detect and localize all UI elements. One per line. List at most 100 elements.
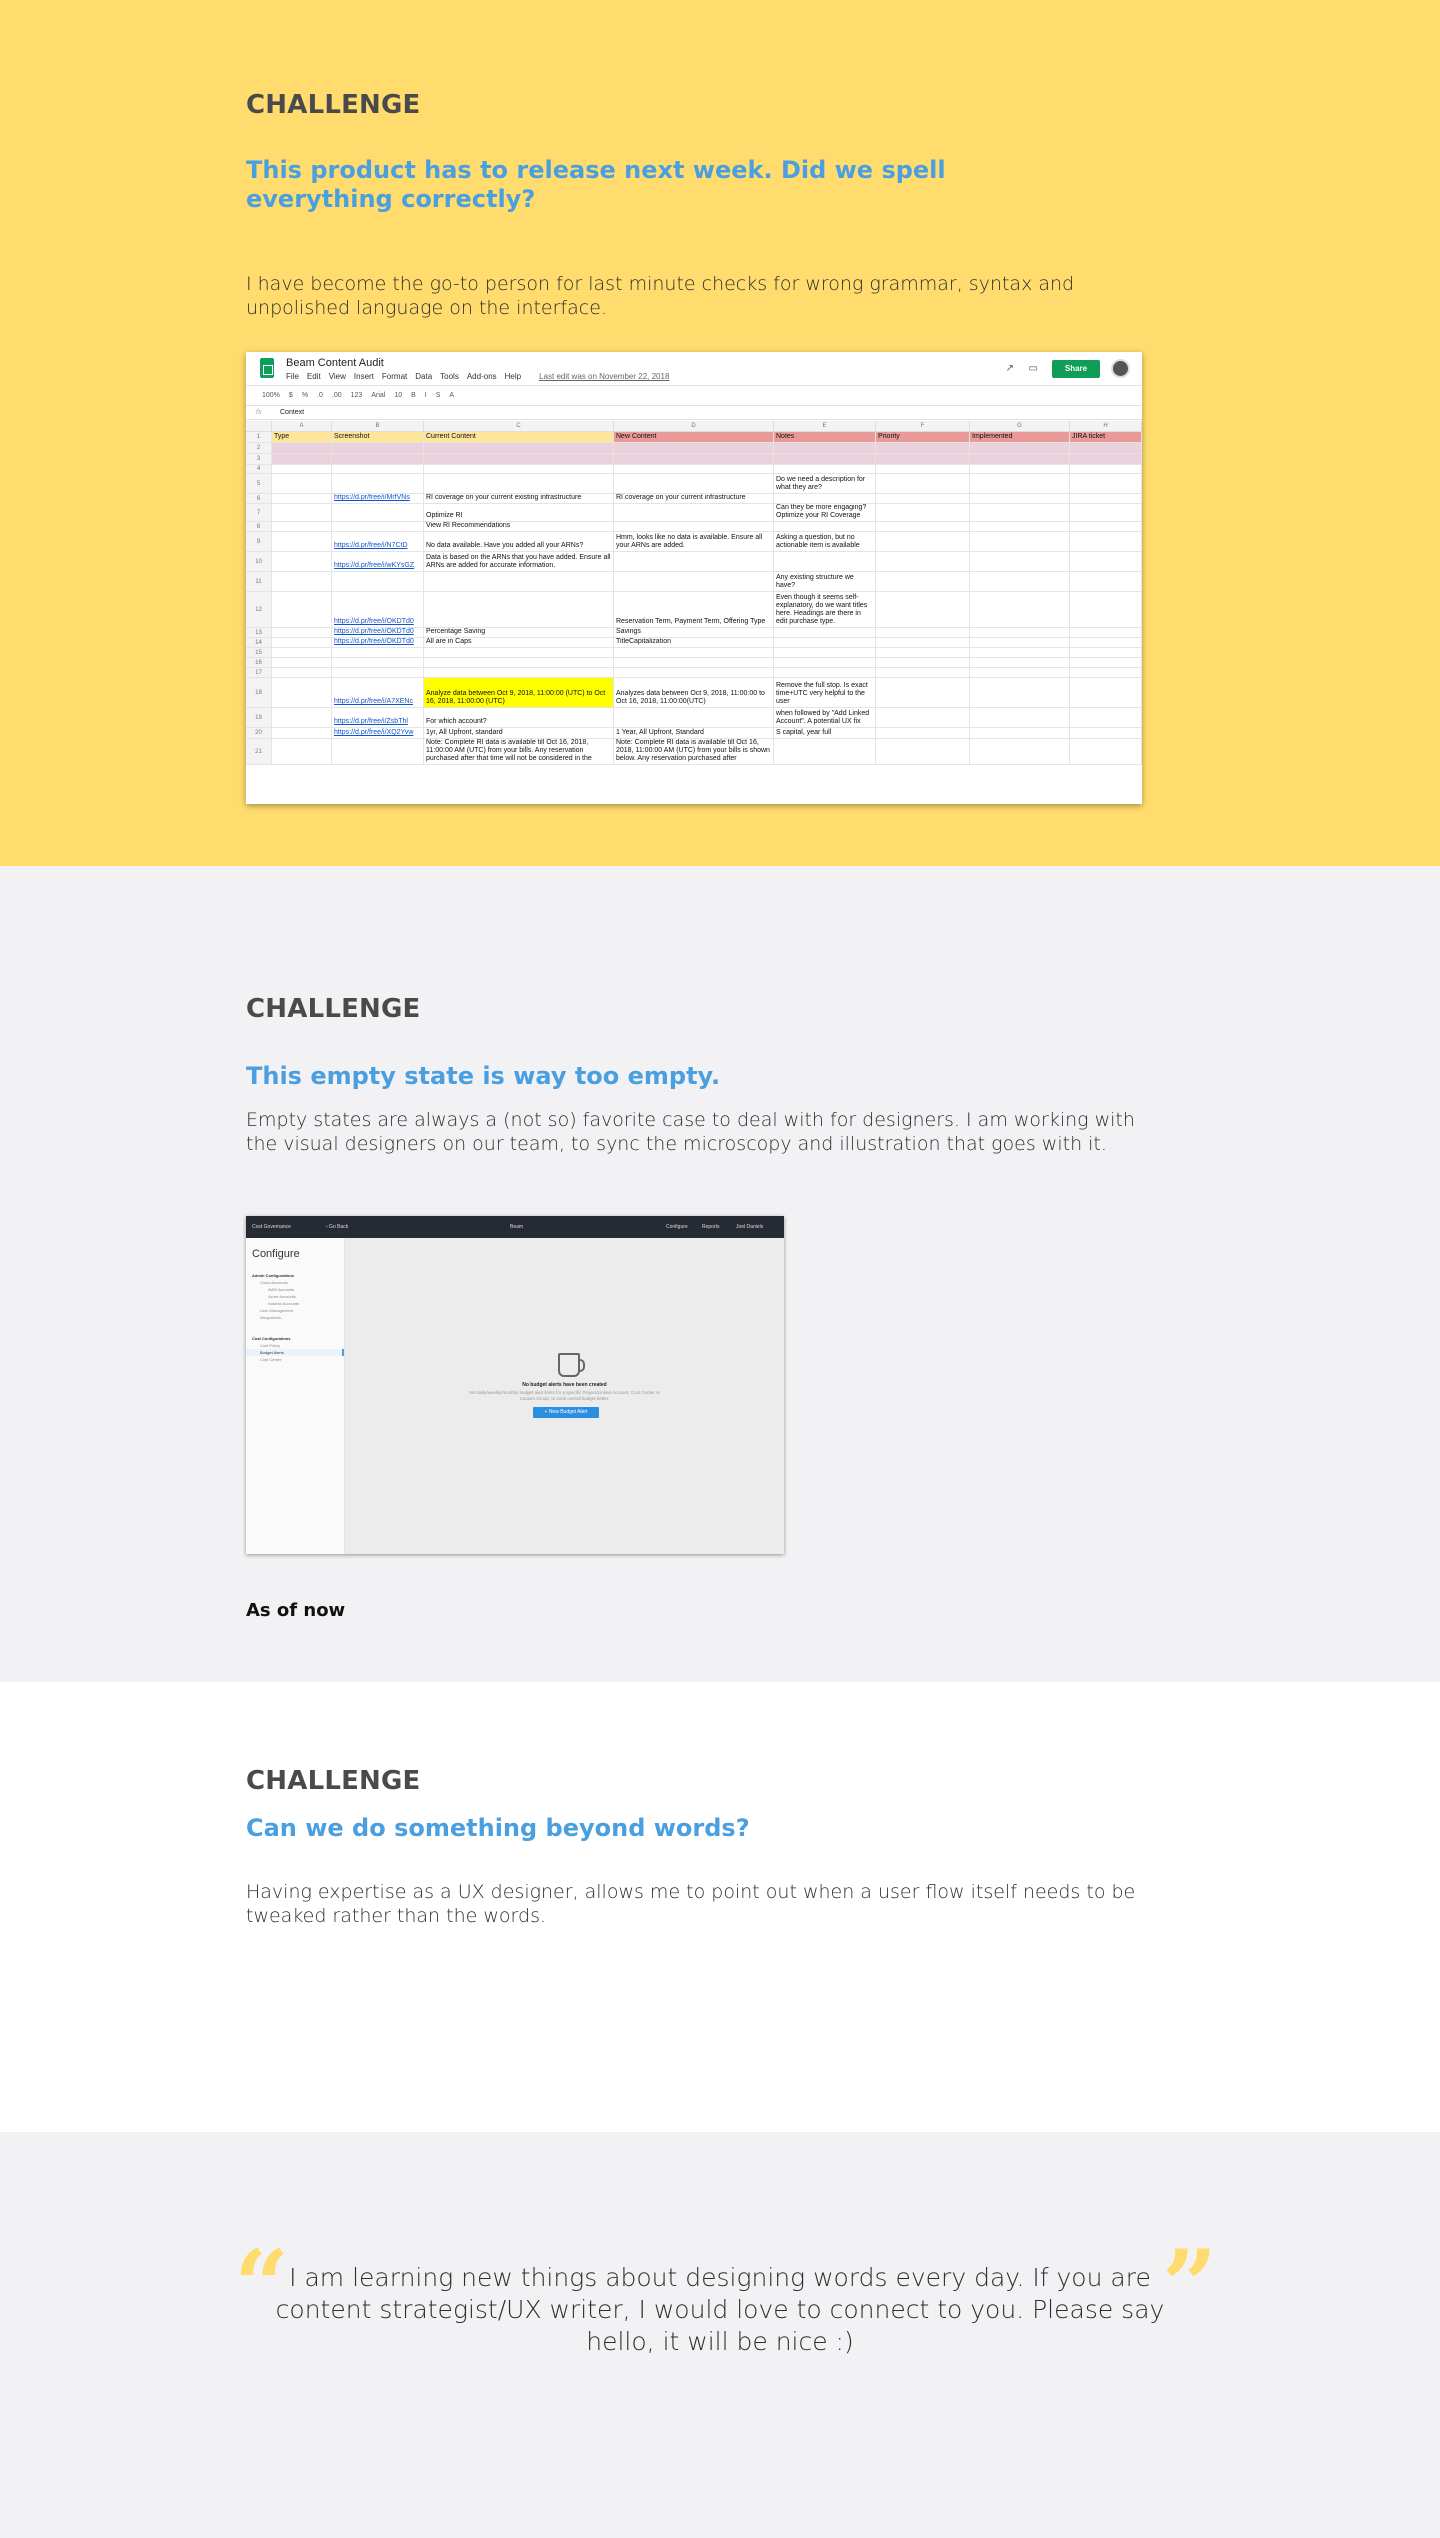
table-row: 21 Note: Complete RI data is available ti… <box>246 739 1142 765</box>
table-cell <box>774 668 876 677</box>
table-cell: Note: Complete RI data is available till… <box>614 739 774 764</box>
sheet-menu-item: View <box>328 372 346 381</box>
table-cell <box>970 522 1070 531</box>
table-cell: RI coverage on your current infrastructu… <box>614 494 774 503</box>
table-cell: TitleCapitalization <box>614 638 774 647</box>
app-sidebar: Configure Admin Configurations Cloud Acco… <box>246 1238 345 1554</box>
column-letter: G <box>970 421 1070 431</box>
sidebar-item: Cloud Accounts <box>260 1280 288 1285</box>
table-row: 5 Do we need a description for what they … <box>246 474 1142 494</box>
table-row: 6 https://d.pr/free/i/MrfVNs RI coverage o… <box>246 494 1142 504</box>
row-number: 11 <box>246 572 272 591</box>
header-cell: Type <box>272 432 332 442</box>
toolbar-item: 10 <box>394 392 403 399</box>
table-cell <box>774 739 876 764</box>
table-cell <box>272 454 332 464</box>
table-cell: https://d.pr/free/i/OKDTd0 <box>332 592 424 627</box>
table-row: 8 View RI Recommendations <box>246 522 1142 532</box>
table-cell <box>1070 532 1142 551</box>
table-cell <box>970 728 1070 738</box>
table-row: 17 <box>246 668 1142 678</box>
table-cell <box>876 572 970 591</box>
formula-bar: fx Context <box>246 406 1142 420</box>
table-cell: RI coverage on your current existing inf… <box>424 494 614 503</box>
share-button: Share <box>1052 360 1100 378</box>
table-cell <box>614 658 774 667</box>
table-cell <box>272 494 332 503</box>
sidebar-title: Configure <box>252 1248 300 1260</box>
row-number: 16 <box>246 658 272 667</box>
table-cell <box>970 658 1070 667</box>
table-cell <box>876 678 970 707</box>
row-number: 17 <box>246 668 272 677</box>
table-cell: Can they be more engaging? Optimize your… <box>774 504 876 521</box>
table-cell <box>1070 494 1142 503</box>
table-cell <box>614 443 774 453</box>
table-cell: S capital, year full <box>774 728 876 738</box>
spreadsheet-screenshot: Beam Content Audit File Edit View Insert For… <box>246 352 1142 804</box>
table-cell: Analyze data between Oct 9, 2018, 11:00:… <box>424 678 614 707</box>
table-cell <box>424 443 614 453</box>
table-cell <box>272 532 332 551</box>
sheet-menu-item: Add-ons <box>466 372 497 381</box>
sidebar-item: Azure Accounts <box>268 1294 296 1299</box>
section-eyebrow: CHALLENGE <box>246 1766 421 1796</box>
row-number: 6 <box>246 494 272 503</box>
table-cell <box>774 443 876 453</box>
sheet-menu-item: Insert <box>353 372 374 381</box>
table-cell <box>970 628 1070 637</box>
table-cell <box>424 658 614 667</box>
table-cell <box>876 465 970 473</box>
sheets-logo-icon <box>260 358 274 378</box>
table-cell <box>272 474 332 493</box>
header-cell: Notes <box>774 432 876 442</box>
table-cell <box>332 668 424 677</box>
table-cell <box>970 648 1070 657</box>
comment-icon: ▭ <box>1028 363 1038 374</box>
table-cell <box>970 739 1070 764</box>
table-cell: https://d.pr/free/i/OKDTd0 <box>332 638 424 647</box>
app-empty-state: No budget alerts have been created Set d… <box>345 1238 784 1554</box>
table-cell <box>876 522 970 531</box>
table-cell <box>876 454 970 464</box>
table-cell <box>876 552 970 571</box>
new-budget-alert-button: + New Budget Alert <box>533 1407 599 1418</box>
row-number: 8 <box>246 522 272 531</box>
table-cell <box>272 638 332 647</box>
table-cell <box>424 465 614 473</box>
table-cell <box>1070 522 1142 531</box>
table-cell <box>970 638 1070 647</box>
toolbar-item: .00 <box>331 392 342 399</box>
table-cell <box>876 443 970 453</box>
sidebar-item: Integrations <box>260 1315 281 1320</box>
table-cell <box>424 454 614 464</box>
toolbar-item: B <box>411 392 416 399</box>
empty-title: No budget alerts have been created <box>522 1382 607 1388</box>
avatar <box>1111 359 1130 378</box>
app-screenshot: Cost Governance ‹ Go Back Beam Configure… <box>246 1216 784 1554</box>
challenge-section-beyond-words: CHALLENGE Can we do something beyond wor… <box>0 1682 1440 2132</box>
table-cell <box>970 504 1070 521</box>
table-cell <box>1070 592 1142 627</box>
row-number: 20 <box>246 728 272 738</box>
table-cell: https://d.pr/free/i/A7XENc <box>332 678 424 707</box>
header-cell: New Content <box>614 432 774 442</box>
table-cell <box>774 552 876 571</box>
table-row: 7 Optimize RI Can they be more engaging? O… <box>246 504 1142 522</box>
table-cell <box>272 708 332 727</box>
table-cell: Hmm, looks like no data is available. En… <box>614 532 774 551</box>
row-number: 10 <box>246 552 272 571</box>
table-cell <box>876 592 970 627</box>
nav-reports: Reports <box>702 1224 720 1230</box>
table-cell <box>774 628 876 637</box>
table-cell <box>1070 552 1142 571</box>
column-letter: C <box>424 421 614 431</box>
table-cell <box>424 668 614 677</box>
header-cell: Current Content <box>424 432 614 442</box>
table-cell: Data is based on the ARNs that you have … <box>424 552 614 571</box>
sheet-menu-item: Tools <box>440 372 459 381</box>
sheet-header: Beam Content Audit File Edit View Insert For… <box>246 352 1142 386</box>
toolbar-item: 123 <box>350 392 363 399</box>
table-cell <box>1070 474 1142 493</box>
toolbar-item: Arial <box>371 392 386 399</box>
